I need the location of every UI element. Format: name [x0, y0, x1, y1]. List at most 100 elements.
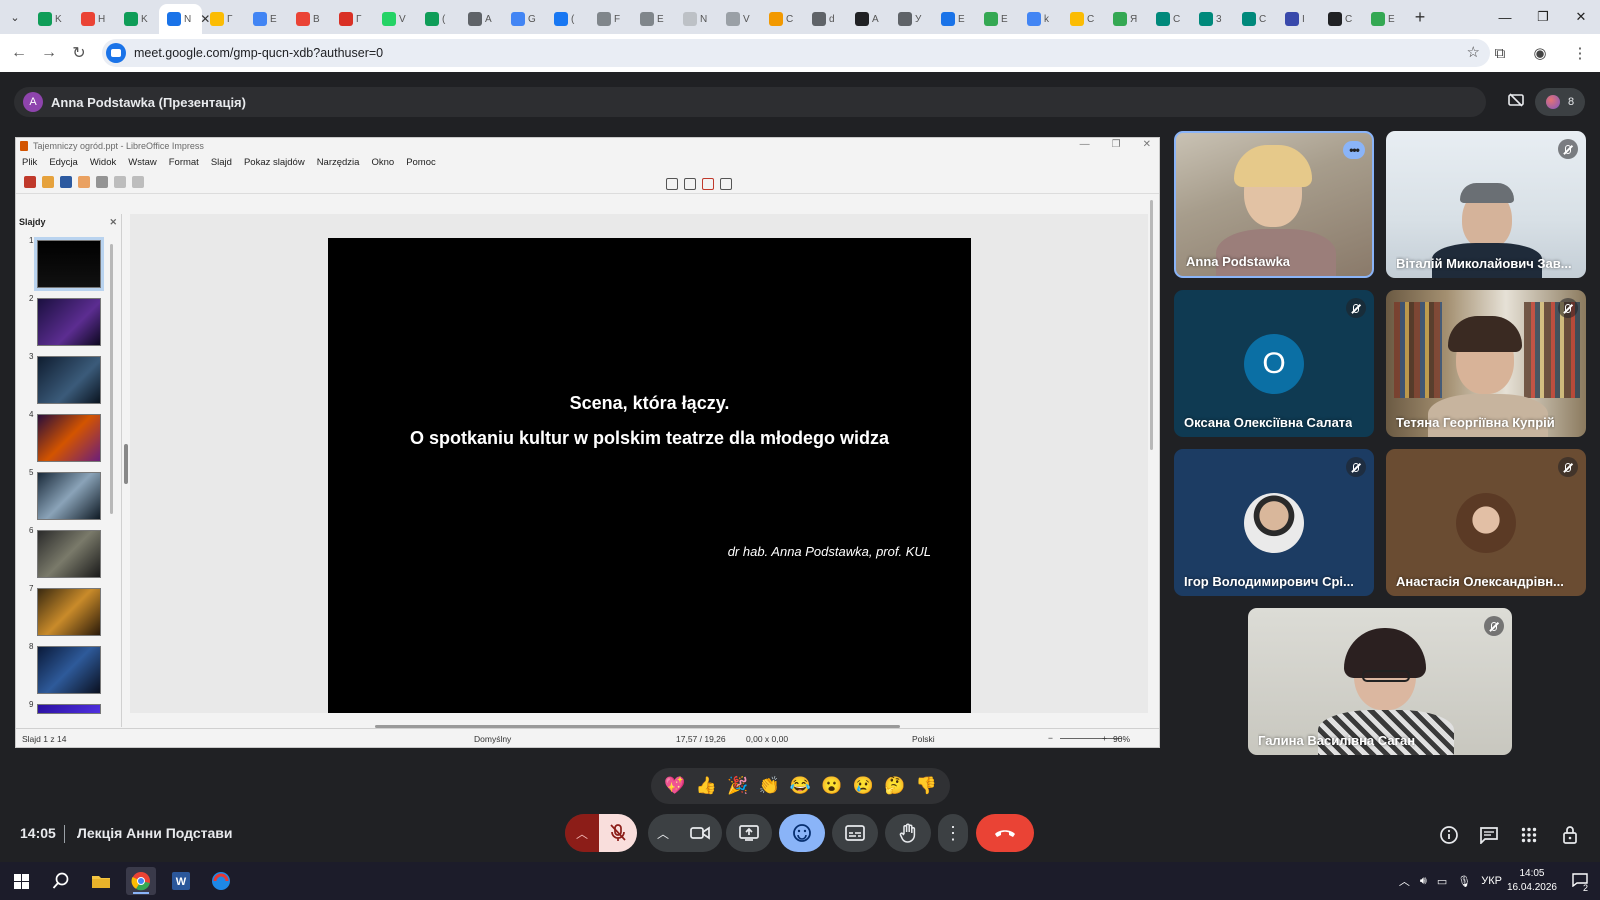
browser-tab[interactable]: F: [589, 6, 632, 32]
slide-thumbnail[interactable]: [37, 704, 101, 714]
participant-tile[interactable]: Віталій Миколайович Зав...: [1386, 131, 1586, 278]
browser-tab[interactable]: N ✕: [159, 4, 210, 34]
reaction-emoji-button[interactable]: 👎: [916, 776, 937, 796]
participant-tile[interactable]: ••• Anna Podstawka: [1174, 131, 1374, 278]
browser-taskbar-icon[interactable]: [206, 867, 236, 895]
impress-menu-item[interactable]: Plik: [22, 157, 37, 168]
browser-tab[interactable]: C: [1062, 6, 1105, 32]
zoom-level[interactable]: 90%: [1113, 734, 1130, 744]
reaction-emoji-button[interactable]: 🎉: [727, 776, 748, 796]
file-explorer-icon[interactable]: [86, 867, 116, 895]
slide-thumbnail[interactable]: [37, 472, 101, 520]
captions-button[interactable]: [832, 814, 878, 852]
reaction-emoji-button[interactable]: 🤔: [884, 776, 905, 796]
browser-tab[interactable]: 3: [1191, 6, 1234, 32]
reaction-emoji-button[interactable]: 😂: [790, 776, 811, 796]
participant-tile[interactable]: Ігор Володимирович Срі...: [1174, 449, 1374, 596]
browser-tab[interactable]: Г: [202, 6, 245, 32]
save-icon[interactable]: [60, 175, 72, 188]
word-taskbar-icon[interactable]: W: [166, 867, 196, 895]
bookmark-star-icon[interactable]: ☆: [1467, 43, 1480, 61]
site-info-icon[interactable]: [106, 43, 126, 63]
forward-button[interactable]: →: [34, 44, 64, 62]
slide-thumbnail[interactable]: [37, 646, 101, 694]
print-icon[interactable]: [96, 175, 108, 188]
more-options-icon[interactable]: •••: [1343, 141, 1365, 159]
tray-clock[interactable]: 14:05 16.04.2026: [1507, 867, 1557, 895]
menu-kebab-icon[interactable]: ⋮: [1560, 44, 1600, 62]
reaction-emoji-button[interactable]: 😮: [821, 776, 842, 796]
copy-icon[interactable]: [132, 175, 144, 188]
browser-tab[interactable]: H: [73, 6, 116, 32]
impress-menu-item[interactable]: Pokaz slajdów: [244, 157, 305, 168]
audio-options-chevron-icon[interactable]: ︿: [565, 814, 600, 852]
profile-icon[interactable]: ◉: [1520, 44, 1560, 62]
slide-horizontal-scrollbar[interactable]: [375, 725, 900, 728]
impress-menu-item[interactable]: Narzędzia: [317, 157, 360, 168]
slide-thumbnail[interactable]: [37, 530, 101, 578]
browser-tab[interactable]: Я: [1105, 6, 1148, 32]
notifications-icon[interactable]: 2: [1572, 872, 1588, 893]
minimize-button[interactable]: —: [1486, 10, 1524, 25]
browser-tab[interactable]: (: [417, 6, 460, 32]
browser-tab[interactable]: (: [546, 6, 589, 32]
impress-menu-item[interactable]: Okno: [371, 157, 394, 168]
browser-tab[interactable]: A: [460, 6, 503, 32]
slide-thumbnail[interactable]: [37, 298, 101, 346]
browser-tab[interactable]: E: [933, 6, 976, 32]
participant-tile[interactable]: Тетяна Георгіївна Купрій: [1386, 290, 1586, 437]
participant-tile[interactable]: Галина Василівна Саган: [1248, 608, 1512, 755]
pane-splitter-handle[interactable]: [124, 444, 128, 484]
impress-menu-item[interactable]: Pomoc: [406, 157, 436, 168]
video-options-chevron-icon[interactable]: ︿: [648, 814, 678, 852]
browser-tab[interactable]: E: [976, 6, 1019, 32]
browser-tab[interactable]: E: [245, 6, 288, 32]
impress-menu-item[interactable]: Edycja: [49, 157, 78, 168]
open-folder-icon[interactable]: [42, 175, 54, 188]
reaction-emoji-button[interactable]: 😢: [853, 776, 874, 796]
camera-toggle-button[interactable]: [678, 814, 722, 852]
browser-tab[interactable]: K: [116, 6, 159, 32]
new-document-icon[interactable]: [24, 175, 36, 188]
hide-presentation-icon[interactable]: [1502, 89, 1530, 115]
impress-minimize-button[interactable]: —: [1080, 139, 1090, 150]
impress-menu-item[interactable]: Slajd: [211, 157, 232, 168]
close-window-button[interactable]: ✕: [1562, 9, 1600, 25]
browser-tab[interactable]: C: [1320, 6, 1363, 32]
tab-search-button[interactable]: ⌄: [0, 0, 30, 34]
browser-tab[interactable]: V: [718, 6, 761, 32]
browser-tab[interactable]: I: [1277, 6, 1320, 32]
input-language[interactable]: УКР: [1481, 875, 1502, 887]
delete-slide-icon[interactable]: [702, 178, 714, 190]
meeting-details-icon[interactable]: [1435, 822, 1463, 848]
mic-toggle-button[interactable]: [599, 814, 637, 852]
browser-tab[interactable]: G: [503, 6, 546, 32]
back-button[interactable]: ←: [4, 44, 34, 62]
slide-thumbnail[interactable]: [37, 588, 101, 636]
export-pdf-icon[interactable]: [78, 175, 90, 188]
zoom-out-icon[interactable]: −: [1048, 733, 1053, 743]
language-indicator[interactable]: Polski: [912, 734, 935, 744]
leave-call-button[interactable]: [976, 814, 1034, 852]
slide-vertical-scrollbar[interactable]: [1150, 200, 1153, 450]
browser-tab[interactable]: N: [675, 6, 718, 32]
browser-tab[interactable]: k: [1019, 6, 1062, 32]
network-icon[interactable]: ▭: [1437, 875, 1447, 888]
slides-pane-close-icon[interactable]: ✕: [109, 217, 117, 228]
participant-tile[interactable]: Анастасія Олександрівн...: [1386, 449, 1586, 596]
browser-tab[interactable]: C: [1234, 6, 1277, 32]
reaction-emoji-button[interactable]: 👏: [758, 776, 779, 796]
browser-tab[interactable]: E: [1363, 6, 1406, 32]
slide-thumbnail[interactable]: [34, 237, 104, 291]
browser-tab[interactable]: d: [804, 6, 847, 32]
browser-tab[interactable]: У: [890, 6, 933, 32]
impress-close-button[interactable]: ✕: [1143, 139, 1151, 150]
slide-thumbnail[interactable]: [37, 414, 101, 462]
reload-button[interactable]: ↻: [64, 43, 94, 63]
participants-chip[interactable]: 8: [1535, 88, 1585, 116]
browser-tab[interactable]: C: [761, 6, 804, 32]
windows-start-icon[interactable]: [6, 867, 36, 895]
impress-menu-item[interactable]: Format: [169, 157, 199, 168]
browser-tab[interactable]: C: [1148, 6, 1191, 32]
duplicate-slide-icon[interactable]: [684, 178, 696, 190]
